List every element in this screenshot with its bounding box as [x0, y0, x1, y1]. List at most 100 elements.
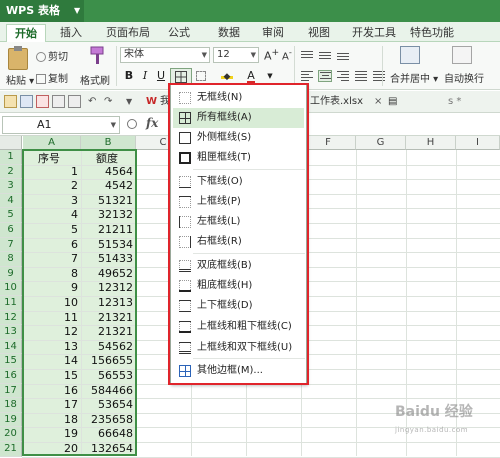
grow-font-button[interactable]: A+ [264, 47, 279, 63]
menu-item-thick-bottom-border[interactable]: 粗底框线(H) [173, 276, 304, 296]
shrink-font-button[interactable]: A- [282, 47, 292, 62]
copy-button[interactable]: 复制 [36, 70, 68, 85]
row-header[interactable]: 10 [0, 281, 22, 296]
column-header-b[interactable]: B [81, 136, 136, 150]
column-header-h[interactable]: H [406, 136, 456, 150]
wrap-text-button[interactable]: 自动换行 [444, 70, 484, 85]
close-icon[interactable]: × [374, 93, 384, 111]
align-left-icon[interactable] [300, 70, 314, 82]
row-header[interactable]: 7 [0, 237, 22, 253]
tab-view[interactable]: 视图 [300, 24, 338, 42]
align-center-icon[interactable] [318, 70, 332, 82]
format-painter-button[interactable]: 格式刷 [80, 72, 110, 87]
cell-style-button[interactable] [194, 68, 208, 84]
row-header[interactable]: 14 [0, 339, 22, 355]
row-header[interactable]: 18 [0, 398, 22, 413]
font-color-button[interactable]: A [242, 68, 260, 84]
chevron-down-icon[interactable]: ▼ [264, 68, 276, 84]
tab-review[interactable]: 审阅 [254, 24, 292, 42]
menu-item-bottom-border[interactable]: 下框线(O) [173, 172, 304, 192]
tab-special[interactable]: 特色功能 [402, 24, 462, 42]
menu-item-top-double-bottom-border[interactable]: 上框线和双下框线(U) [173, 338, 304, 358]
doc-tab-3[interactable]: s * [448, 93, 478, 111]
column-header-f[interactable]: F [301, 136, 356, 150]
menu-item-top-thick-bottom-border[interactable]: 上框线和粗下框线(C) [173, 317, 304, 337]
menu-item-thick-box-border[interactable]: 粗匣框线(T) [173, 148, 304, 168]
align-right-icon[interactable] [336, 70, 350, 82]
selection-outline [22, 149, 137, 456]
column-header-g[interactable]: G [356, 136, 406, 150]
paste-icon[interactable] [8, 46, 28, 70]
menu-item-outside-borders[interactable]: 外侧框线(S) [173, 128, 304, 148]
tab-home[interactable]: 开始 [6, 24, 46, 42]
select-all-corner[interactable] [0, 136, 22, 150]
save-icon[interactable] [20, 95, 33, 108]
font-size-select[interactable]: 12 ▼ [213, 47, 259, 63]
row-header[interactable]: 19 [0, 412, 22, 428]
sheet-doc-icon[interactable]: ▤ [388, 93, 398, 111]
borders-button[interactable] [170, 68, 192, 84]
row-header[interactable]: 11 [0, 296, 22, 311]
row-header[interactable]: 1 [0, 150, 22, 165]
merge-center-button[interactable]: 合并居中 ▾ [390, 70, 438, 85]
doc-tab-1[interactable]: W我 [146, 93, 170, 111]
row-header[interactable]: 2 [0, 164, 22, 180]
row-header[interactable]: 17 [0, 383, 22, 399]
menu-item-right-border[interactable]: 右框线(R) [173, 232, 304, 252]
name-box[interactable]: A1 ▼ [2, 116, 120, 134]
tab-data[interactable]: 数据 [210, 24, 248, 42]
tab-page-layout[interactable]: 页面布局 [98, 24, 158, 42]
column-header-i[interactable]: I [456, 136, 500, 150]
paste-button[interactable]: 粘贴 ▾ [6, 72, 34, 87]
zoom-icon[interactable] [127, 119, 137, 129]
align-bottom-icon[interactable] [336, 50, 350, 62]
row-header[interactable]: 13 [0, 325, 22, 340]
function-button[interactable]: fx [146, 116, 158, 130]
undo-icon[interactable]: ↶ [88, 93, 100, 111]
align-top-icon[interactable] [300, 50, 314, 62]
underline-button[interactable]: U [154, 68, 168, 84]
tab-developer[interactable]: 开发工具 [344, 24, 404, 42]
menu-item-left-border[interactable]: 左框线(L) [173, 212, 304, 232]
font-name-select[interactable]: 宋体 ▼ [120, 47, 210, 63]
row-header[interactable]: 8 [0, 252, 22, 267]
column-header-a[interactable]: A [23, 136, 81, 150]
menu-item-more-borders[interactable]: 其他边框(M)... [173, 361, 304, 381]
fill-color-button[interactable]: ◆ [218, 68, 236, 84]
distributed-icon[interactable] [372, 70, 386, 82]
row-header[interactable]: 15 [0, 354, 22, 369]
doc-tab-2[interactable]: 工作表.xlsx [310, 93, 372, 111]
menu-item-all-borders[interactable]: 所有框线(A) [173, 108, 304, 128]
row-header[interactable]: 20 [0, 427, 22, 442]
print-preview-icon[interactable] [68, 95, 81, 108]
merge-center-icon[interactable] [400, 46, 420, 64]
align-middle-icon[interactable] [318, 50, 332, 62]
row-header[interactable]: 9 [0, 266, 22, 282]
chevron-down-icon[interactable]: ▼ [126, 93, 138, 111]
open-folder-icon[interactable] [4, 95, 17, 108]
print-icon[interactable] [52, 95, 65, 108]
tab-formulas[interactable]: 公式 [160, 24, 198, 42]
tab-insert[interactable]: 插入 [52, 24, 90, 42]
row-header[interactable]: 6 [0, 223, 22, 238]
row-header[interactable]: 5 [0, 208, 22, 223]
menu-item-double-bottom-border[interactable]: 双底框线(B) [173, 256, 304, 276]
wrap-text-icon[interactable] [452, 46, 472, 64]
cut-button[interactable]: 剪切 [36, 48, 68, 63]
row-header[interactable]: 16 [0, 369, 22, 384]
menu-item-top-border[interactable]: 上框线(P) [173, 192, 304, 212]
bold-button[interactable]: B [122, 68, 136, 84]
italic-button[interactable]: I [138, 68, 152, 84]
row-header[interactable]: 3 [0, 179, 22, 194]
app-menu-button[interactable]: WPS 表格 [0, 0, 84, 22]
export-pdf-icon[interactable] [36, 95, 49, 108]
redo-icon[interactable]: ↷ [104, 93, 116, 111]
row-header[interactable]: 4 [0, 193, 22, 209]
row-header[interactable]: 21 [0, 442, 22, 457]
menu-item-no-border[interactable]: 无框线(N) [173, 88, 304, 108]
row-header[interactable]: 12 [0, 310, 22, 326]
menu-item-top-bottom-border[interactable]: 上下框线(D) [173, 296, 304, 316]
format-painter-icon[interactable] [88, 46, 106, 66]
justify-icon[interactable] [354, 70, 368, 82]
chevron-down-icon[interactable]: ▼ [74, 0, 80, 22]
